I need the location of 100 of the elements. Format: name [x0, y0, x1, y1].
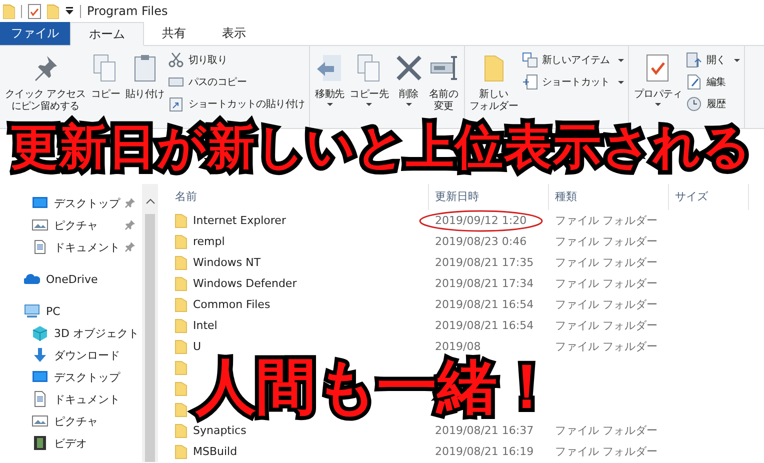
- delete-icon: [394, 53, 424, 83]
- scroll-up-icon[interactable]: [146, 198, 154, 204]
- file-name[interactable]: Internet Explorer: [193, 214, 286, 227]
- folder-icon: [175, 339, 187, 354]
- desktop-icon: [32, 196, 48, 210]
- nav-item[interactable]: デスクトップ: [0, 366, 142, 388]
- window-title: Program Files: [87, 4, 168, 18]
- ribbon-button[interactable]: コピー: [89, 51, 122, 103]
- nav-item[interactable]: PC: [0, 300, 142, 322]
- folder-icon: [175, 255, 187, 270]
- folder-icon: [175, 276, 187, 291]
- nav-item[interactable]: OneDrive: [0, 268, 142, 290]
- file-name[interactable]: Intel: [193, 319, 218, 332]
- ribbon-button[interactable]: 貼り付け: [124, 51, 166, 103]
- date-cell: 2019/08/21 17:35: [435, 256, 534, 269]
- ribbon-button[interactable]: クイック アクセス にピン留めする: [4, 51, 86, 115]
- download-arrow-icon: [32, 347, 48, 363]
- date-cell: 2019/08/21 16:19: [435, 445, 534, 458]
- type-cell: ファイル フォルダー: [555, 444, 658, 459]
- type-cell: ファイル フォルダー: [555, 318, 658, 333]
- headline-caption: 更新日が新しいと上位表示される: [10, 118, 752, 177]
- ribbon-tab[interactable]: ホーム: [70, 22, 144, 46]
- folder-icon: [175, 318, 187, 333]
- ribbon-button[interactable]: 名前の 変更: [428, 51, 460, 115]
- date-cell: 2019/08/21 16:54: [435, 319, 534, 332]
- ribbon-tab[interactable]: ファイル: [0, 22, 70, 45]
- type-cell: ファイル フォルダー: [555, 339, 658, 354]
- edit-icon: [686, 74, 702, 90]
- ribbon-tab[interactable]: 表示: [204, 22, 264, 45]
- date-cell: 2019/08: [435, 340, 481, 353]
- folder-icon[interactable]: [47, 4, 59, 18]
- column-header[interactable]: 更新日時: [429, 184, 549, 210]
- ribbon-button[interactable]: 新しい フォルダー: [468, 51, 520, 115]
- folder-icon: [175, 213, 187, 228]
- column-header[interactable]: サイズ: [669, 184, 749, 210]
- file-name[interactable]: rempl: [193, 235, 225, 248]
- file-name[interactable]: MSBuild: [193, 445, 238, 458]
- column-header[interactable]: 名前: [169, 184, 429, 210]
- ribbon-button[interactable]: 移動先: [314, 51, 346, 108]
- nav-item[interactable]: ピクチャ: [0, 410, 142, 432]
- type-cell: ファイル フォルダー: [555, 234, 658, 249]
- ribbon-button[interactable]: プロパティ: [632, 51, 684, 108]
- nav-item[interactable]: ビデオ: [0, 432, 142, 454]
- nav-item[interactable]: ダウンロード: [0, 344, 142, 366]
- dropdown-icon[interactable]: [65, 7, 74, 15]
- cube-icon: [32, 325, 48, 341]
- scissors-icon: [168, 52, 184, 68]
- ribbon-button[interactable]: ショートカット: [522, 73, 624, 91]
- type-cell: ファイル フォルダー: [555, 423, 658, 438]
- ribbon-button[interactable]: 切り取り: [168, 51, 305, 69]
- folder-icon[interactable]: [3, 4, 15, 18]
- folder-icon: [175, 234, 187, 249]
- ribbon-button[interactable]: 編集: [686, 73, 740, 91]
- file-name[interactable]: Synaptics: [193, 424, 246, 437]
- document-icon: [32, 240, 48, 254]
- file-name[interactable]: Windows Defender: [193, 277, 297, 290]
- ribbon-button[interactable]: 削除: [392, 51, 425, 108]
- new-item-icon: [522, 52, 538, 68]
- type-cell: ファイル フォルダー: [555, 276, 658, 291]
- file-name[interactable]: U: [193, 340, 202, 353]
- ribbon-button[interactable]: 新しいアイテム: [522, 51, 624, 69]
- nav-item[interactable]: デスクトップ: [0, 192, 142, 214]
- folder-icon: [175, 444, 187, 459]
- document-icon: [32, 391, 48, 407]
- date-cell: 2019/08/21 17:34: [435, 277, 534, 290]
- folder-icon: [175, 297, 187, 312]
- ribbon-button[interactable]: パスのコピー: [168, 73, 305, 91]
- folder-icon: [175, 381, 187, 396]
- type-cell: ファイル フォルダー: [555, 297, 658, 312]
- column-header[interactable]: 種類: [549, 184, 669, 210]
- nav-item[interactable]: 3D オブジェクト: [0, 322, 142, 344]
- ribbon-tab[interactable]: 共有: [144, 22, 204, 45]
- clipboard-icon: [168, 96, 184, 112]
- nav-item[interactable]: ドキュメント: [0, 388, 142, 410]
- cloud-icon: [24, 272, 40, 286]
- date-cell: 2019/08/21 16:37: [435, 424, 534, 437]
- file-name[interactable]: Windows NT: [193, 256, 261, 269]
- ribbon-button[interactable]: 開く: [686, 51, 740, 69]
- file-name[interactable]: Common Files: [193, 298, 270, 311]
- open-icon: [686, 52, 702, 68]
- picture-icon: [32, 413, 48, 429]
- nav-item[interactable]: ピクチャ: [0, 214, 142, 236]
- ribbon-button[interactable]: ショートカットの貼り付け: [168, 95, 305, 113]
- film-icon: [32, 435, 48, 451]
- shortcut-icon: [522, 74, 538, 90]
- date-cell: 2019/09/12 1:20: [435, 214, 527, 227]
- folder-icon: [175, 402, 187, 417]
- history-icon: [686, 96, 702, 112]
- rename-icon: [428, 53, 459, 83]
- ribbon-button[interactable]: 履歴: [686, 95, 740, 113]
- nav-item[interactable]: ドキュメント: [0, 236, 142, 258]
- folder-icon: [175, 423, 187, 438]
- ribbon-button[interactable]: コピー先: [348, 51, 390, 108]
- date-cell: 2019/08/23 0:46: [435, 235, 527, 248]
- picture-icon: [32, 218, 48, 232]
- type-cell: ファイル フォルダー: [555, 213, 658, 228]
- scrollbar[interactable]: [142, 184, 158, 462]
- type-cell: ファイル フォルダー: [555, 255, 658, 270]
- computer-icon: [24, 304, 40, 318]
- properties-icon[interactable]: [28, 4, 41, 18]
